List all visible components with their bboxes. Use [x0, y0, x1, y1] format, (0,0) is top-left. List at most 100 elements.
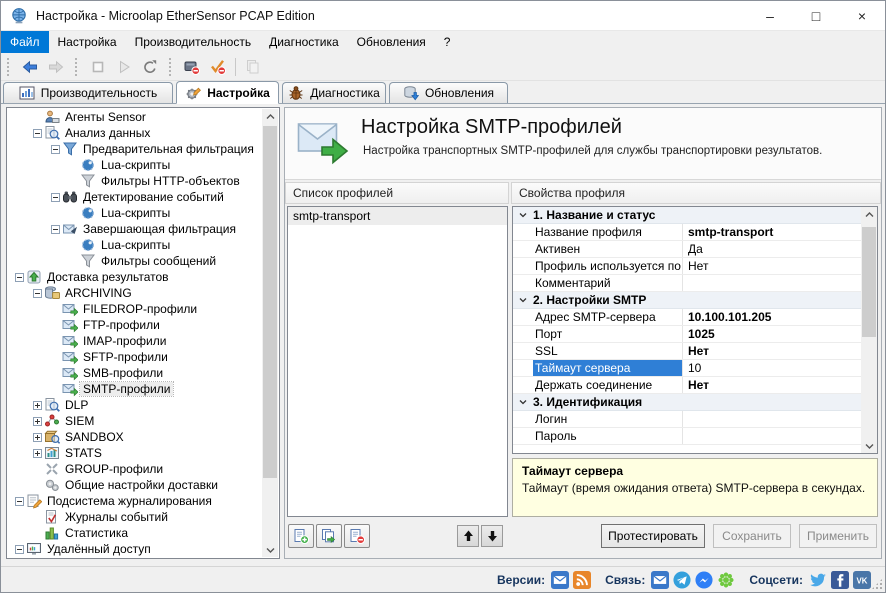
tree-item-анализ-данных[interactable]: Анализ данных	[7, 125, 262, 141]
property-row[interactable]: АктивенДа	[513, 241, 861, 258]
tree-item-smtp-профили[interactable]: SMTP-профили	[7, 381, 262, 397]
property-row[interactable]: Профиль используется по умНет	[513, 258, 861, 275]
collapse-icon[interactable]	[33, 289, 42, 298]
tree-item-sandbox[interactable]: SANDBOX	[7, 429, 262, 445]
property-row[interactable]: Название профиляsmtp-transport	[513, 224, 861, 241]
stop-button[interactable]	[85, 55, 111, 79]
tree-item-фильтры-сообщений[interactable]: Фильтры сообщений	[7, 253, 262, 269]
profile-list-item[interactable]: smtp-transport	[288, 207, 507, 225]
test-button[interactable]: Протестировать	[601, 524, 705, 548]
tab-diagnostics[interactable]: Диагностика	[282, 82, 386, 103]
tab-updates[interactable]: Обновления	[389, 82, 508, 103]
grid-scrollbar[interactable]	[861, 207, 877, 453]
property-group-header[interactable]: 1. Название и статус	[513, 207, 861, 224]
maximize-button[interactable]: □	[793, 1, 839, 31]
tree-item-group-профили[interactable]: GROUP-профили	[7, 461, 262, 477]
property-row[interactable]: Держать соединениеНет	[513, 377, 861, 394]
menu-item-?[interactable]: ?	[435, 31, 460, 53]
tree-item-sftp-профили[interactable]: SFTP-профили	[7, 349, 262, 365]
apply-button[interactable]: Применить	[799, 524, 877, 548]
property-row[interactable]: Адрес SMTP-сервера10.100.101.205	[513, 309, 861, 326]
facebook-icon[interactable]	[831, 571, 849, 589]
filter-stop-button[interactable]	[205, 55, 231, 79]
tree-item-filedrop-профили[interactable]: FILEDROP-профили	[7, 301, 262, 317]
tree-item-dlp[interactable]: DLP	[7, 397, 262, 413]
tree-item-lua-скрипты[interactable]: Lua-скрипты	[7, 205, 262, 221]
mail-icon[interactable]	[651, 571, 669, 589]
collapse-icon[interactable]	[15, 545, 24, 554]
nav-forward-button[interactable]	[43, 55, 69, 79]
property-group-header[interactable]: 2. Настройки SMTP	[513, 292, 861, 309]
collapse-icon[interactable]	[51, 193, 60, 202]
save-button[interactable]: Сохранить	[713, 524, 791, 548]
telegram-icon[interactable]	[673, 571, 691, 589]
tree-item-завершающая-фильтрация[interactable]: Завершающая фильтрация	[7, 221, 262, 237]
property-row[interactable]: Таймаут сервера10	[513, 360, 861, 377]
copy-profile-button[interactable]	[316, 524, 342, 548]
tree-item-rapi-профили[interactable]: RAPI-профили	[7, 557, 262, 558]
tree-item-smb-профили[interactable]: SMB-профили	[7, 365, 262, 381]
tree-item-подсистема-журналирования[interactable]: Подсистема журналирования	[7, 493, 262, 509]
move-down-button[interactable]	[481, 525, 503, 547]
property-value[interactable]	[683, 275, 861, 291]
capture-stop-button[interactable]	[179, 55, 205, 79]
icq-icon[interactable]	[717, 571, 735, 589]
collapse-icon[interactable]	[33, 129, 42, 138]
tree-item-siem[interactable]: SIEM	[7, 413, 262, 429]
property-row[interactable]: Комментарий	[513, 275, 861, 292]
property-value[interactable]: 1025	[683, 326, 861, 342]
menu-item-производительность[interactable]: Производительность	[126, 31, 260, 53]
expand-icon[interactable]	[33, 401, 42, 410]
expand-icon[interactable]	[33, 417, 42, 426]
menu-item-файл[interactable]: Файл	[1, 31, 49, 53]
property-value[interactable]	[683, 428, 861, 444]
tree-item-журналы-событий[interactable]: Журналы событий	[7, 509, 262, 525]
minimize-button[interactable]: –	[747, 1, 793, 31]
tree-item-доставка-результатов[interactable]: Доставка результатов	[7, 269, 262, 285]
expand-icon[interactable]	[33, 449, 42, 458]
tree-item-агенты-sensor[interactable]: Агенты Sensor	[7, 109, 262, 125]
property-value[interactable]: 10	[683, 360, 861, 376]
scroll-down-icon[interactable]	[262, 542, 278, 557]
scroll-up-icon[interactable]	[861, 207, 877, 222]
tree-item-статистика[interactable]: Статистика	[7, 525, 262, 541]
property-row[interactable]: Пароль	[513, 428, 861, 445]
play-button[interactable]	[111, 55, 137, 79]
restart-button[interactable]	[137, 55, 163, 79]
property-value[interactable]: Да	[683, 241, 861, 257]
scroll-up-icon[interactable]	[262, 109, 278, 124]
tree-item-общие-настройки-доставки[interactable]: Общие настройки доставки	[7, 477, 262, 493]
rss-icon[interactable]	[573, 571, 591, 589]
expand-icon[interactable]	[33, 433, 42, 442]
collapse-icon[interactable]	[15, 273, 24, 282]
tree-item-детектирование-событий[interactable]: Детектирование событий	[7, 189, 262, 205]
nav-back-button[interactable]	[17, 55, 43, 79]
tree-item-stats[interactable]: STATS	[7, 445, 262, 461]
property-value[interactable]: 10.100.101.205	[683, 309, 861, 325]
add-profile-button[interactable]	[288, 524, 314, 548]
tree-item-ftp-профили[interactable]: FTP-профили	[7, 317, 262, 333]
collapse-icon[interactable]	[15, 497, 24, 506]
tab-performance[interactable]: Производительность	[3, 82, 173, 103]
tree-item-imap-профили[interactable]: IMAP-профили	[7, 333, 262, 349]
menu-item-обновления[interactable]: Обновления	[348, 31, 435, 53]
property-value[interactable]: smtp-transport	[683, 224, 861, 240]
property-row[interactable]: SSLНет	[513, 343, 861, 360]
scroll-down-icon[interactable]	[861, 438, 877, 453]
collapse-icon[interactable]	[51, 225, 60, 234]
property-group-header[interactable]: 3. Идентификация	[513, 394, 861, 411]
tree-item-удалённый-доступ[interactable]: Удалённый доступ	[7, 541, 262, 557]
menu-item-настройка[interactable]: Настройка	[49, 31, 126, 53]
twitter-icon[interactable]	[809, 571, 827, 589]
messenger-icon[interactable]	[695, 571, 713, 589]
property-row[interactable]: Порт1025	[513, 326, 861, 343]
tree-item-archiving[interactable]: ARCHIVING	[7, 285, 262, 301]
tree-scrollbar[interactable]	[262, 109, 278, 557]
menu-item-диагностика[interactable]: Диагностика	[260, 31, 348, 53]
property-value[interactable]: Нет	[683, 258, 861, 274]
tree-item-lua-скрипты[interactable]: Lua-скрипты	[7, 157, 262, 173]
property-value[interactable]	[683, 411, 861, 427]
property-value[interactable]: Нет	[683, 343, 861, 359]
tree-item-предварительная-фильтрация[interactable]: Предварительная фильтрация	[7, 141, 262, 157]
paste-button[interactable]	[240, 55, 266, 79]
